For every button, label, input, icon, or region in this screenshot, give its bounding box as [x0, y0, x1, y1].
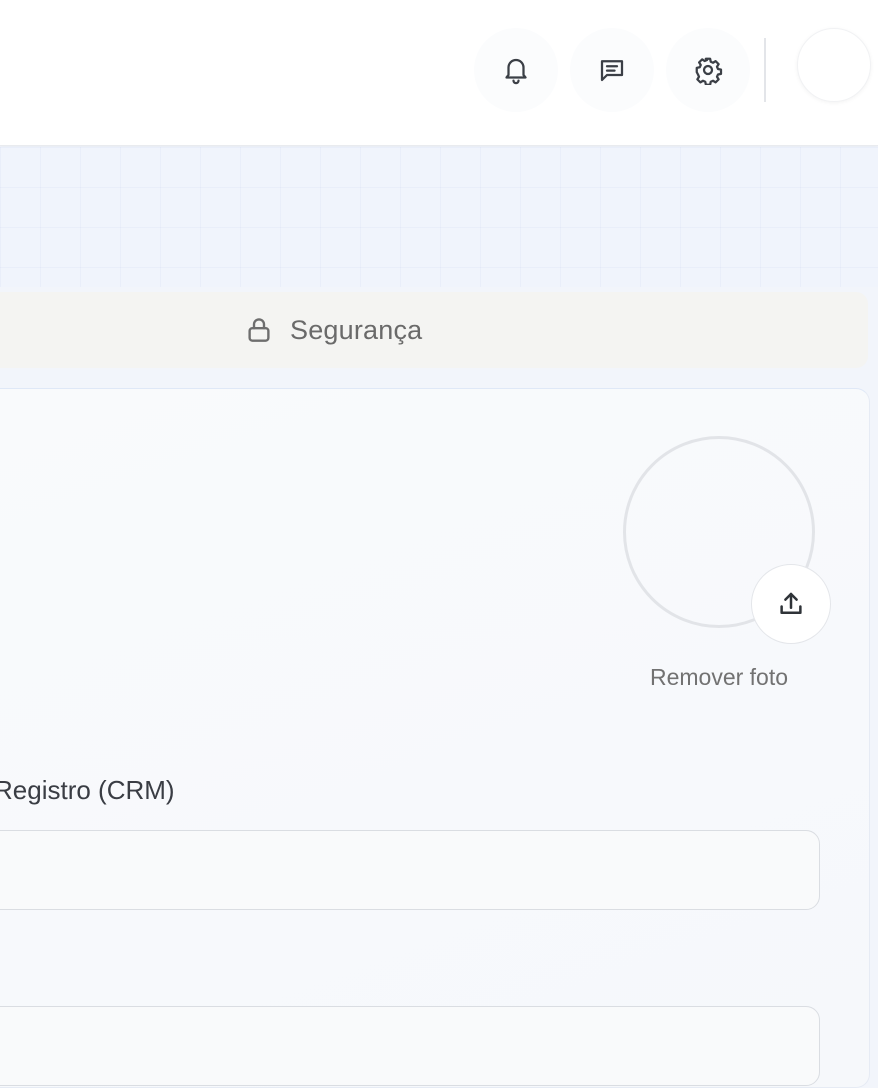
tab-security-label: Segurança	[290, 314, 423, 345]
upload-icon	[776, 589, 806, 619]
crm-label: Registro (CRM)	[0, 775, 175, 805]
settings-tabs: Segurança	[0, 292, 868, 368]
top-header	[0, 0, 878, 146]
profile-hero-banner	[0, 147, 878, 287]
user-avatar-button[interactable]	[797, 28, 871, 102]
gear-icon	[693, 55, 723, 85]
notifications-button[interactable]	[474, 28, 558, 112]
remove-photo-button[interactable]: Remover foto	[619, 664, 819, 691]
bell-icon	[501, 55, 531, 85]
next-field-input[interactable]	[0, 1006, 820, 1086]
messages-button[interactable]	[570, 28, 654, 112]
tab-security[interactable]: Segurança	[236, 292, 430, 368]
crm-input[interactable]	[0, 830, 820, 910]
settings-button[interactable]	[666, 28, 750, 112]
header-divider	[764, 38, 766, 102]
message-square-icon	[597, 55, 627, 85]
upload-photo-button[interactable]	[751, 564, 831, 644]
lock-icon	[244, 315, 274, 345]
